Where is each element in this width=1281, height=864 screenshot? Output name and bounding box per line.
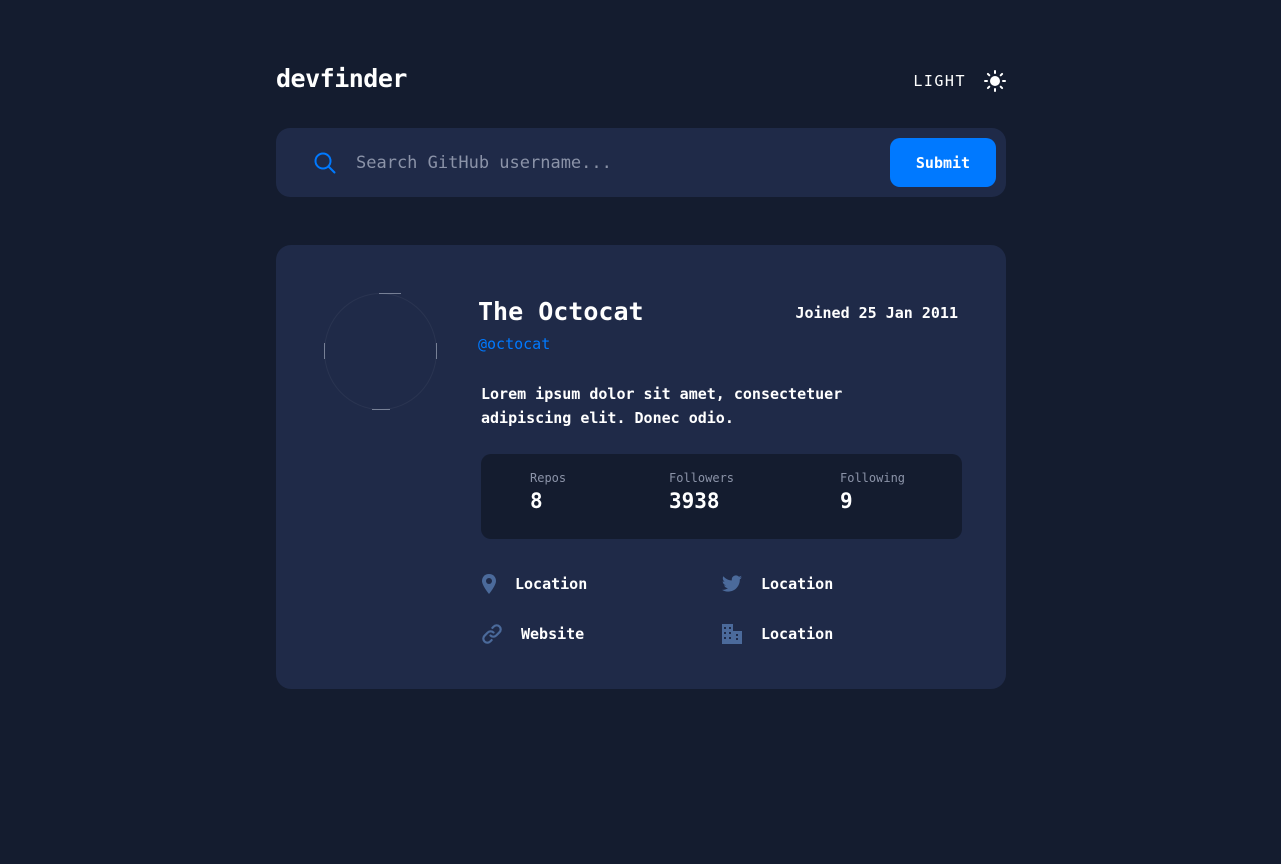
profile-bio: Lorem ipsum dolor sit amet, consectetuer… (481, 385, 843, 427)
link-icon (482, 624, 502, 644)
stat-repos: Repos 8 (530, 471, 566, 513)
twitter-icon (721, 575, 742, 592)
submit-button[interactable]: Submit (890, 138, 996, 187)
company-text: Location (761, 625, 834, 643)
header: devfinder LIGHT (276, 60, 1006, 102)
search-icon (314, 152, 336, 174)
joined-date: Joined 25 Jan 2011 (795, 304, 958, 322)
stat-followers: Followers 3938 (669, 471, 734, 513)
location-text: Location (515, 575, 588, 593)
company-link: Location (721, 622, 833, 646)
stats-panel: Repos 8 Followers 3938 Following 9 (481, 454, 962, 539)
search-input[interactable] (354, 142, 878, 184)
location-link: Location (481, 572, 587, 596)
stat-followers-label: Followers (669, 471, 735, 485)
twitter-link[interactable]: Location (721, 572, 833, 596)
website-link[interactable]: Website (481, 622, 584, 646)
twitter-text: Location (761, 575, 834, 593)
profile-name: The Octocat (478, 297, 644, 326)
website-text: Website (521, 625, 585, 643)
theme-toggle-label: LIGHT (913, 72, 966, 90)
stat-repos-value: 8 (530, 489, 543, 513)
profile-card: The Octocat Joined 25 Jan 2011 @octocat … (276, 245, 1006, 689)
profile-handle-link[interactable]: @octocat (478, 335, 550, 353)
stat-following-label: Following (840, 471, 906, 485)
app-logo: devfinder (276, 64, 407, 93)
avatar (324, 293, 437, 410)
search-bar: Submit (276, 128, 1006, 197)
sun-icon (984, 70, 1006, 92)
stat-following-value: 9 (840, 489, 853, 513)
stat-following: Following 9 (840, 471, 905, 513)
building-icon (722, 624, 742, 644)
stat-repos-label: Repos (530, 471, 567, 485)
stat-followers-value: 3938 (669, 489, 720, 513)
theme-toggle-button[interactable]: LIGHT (913, 68, 1006, 94)
location-pin-icon (482, 574, 496, 594)
